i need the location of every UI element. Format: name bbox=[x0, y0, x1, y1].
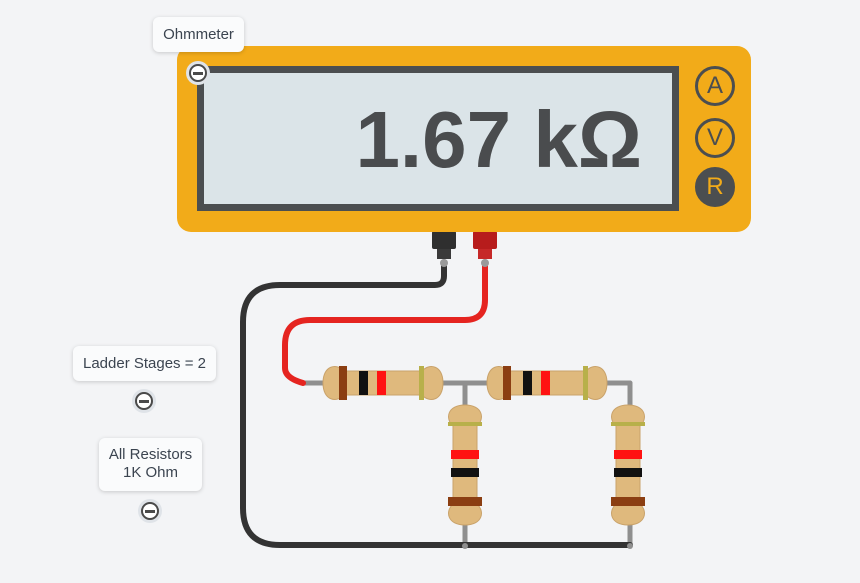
ladder-stages-label: Ladder Stages = 2 bbox=[73, 346, 216, 381]
black-probe-connector bbox=[432, 231, 456, 267]
resistance-reading: 1.67 kΩ bbox=[355, 95, 642, 184]
ohmmeter-label: Ohmmeter bbox=[153, 17, 244, 52]
ohmmeter-mode-button[interactable]: R bbox=[695, 167, 735, 207]
decrease-stages-button[interactable] bbox=[132, 389, 156, 413]
resistor-series-2 bbox=[486, 365, 608, 401]
resistor-value-line2: 1K Ohm bbox=[122, 464, 179, 481]
red-probe-connector bbox=[473, 231, 497, 267]
resistor-shunt-1 bbox=[447, 404, 483, 526]
decrease-resistance-button[interactable] bbox=[138, 499, 162, 523]
ammeter-mode-button[interactable]: A bbox=[695, 66, 735, 106]
ohmmeter-collapse-button[interactable] bbox=[186, 61, 210, 85]
meter-display: 1.67 kΩ bbox=[197, 66, 679, 211]
ohmmeter: 1.67 kΩ A V R bbox=[177, 46, 751, 232]
resistor-value-line1: All Resistors bbox=[108, 446, 193, 463]
resistor-value-label: All Resistors 1K Ohm bbox=[99, 438, 202, 491]
red-probe-wire bbox=[282, 259, 488, 386]
black-probe-wire bbox=[240, 259, 633, 548]
resistor-series-1 bbox=[322, 365, 444, 401]
resistor-shunt-2 bbox=[610, 404, 646, 526]
voltmeter-mode-button[interactable]: V bbox=[695, 118, 735, 158]
